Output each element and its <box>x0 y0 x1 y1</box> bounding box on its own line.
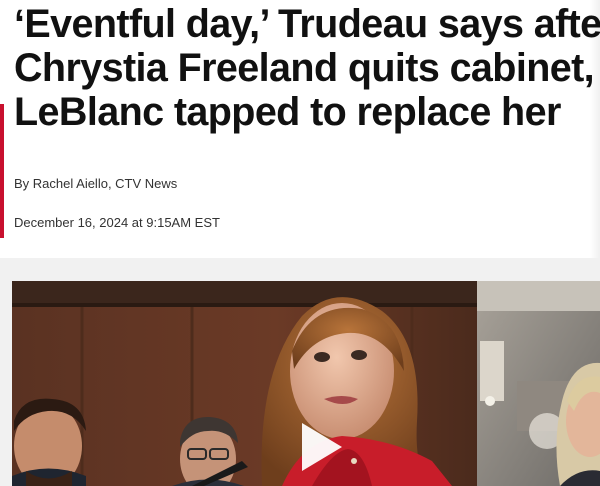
article-byline[interactable]: By Rachel Aiello, CTV News <box>14 176 177 191</box>
article-timestamp: December 16, 2024 at 9:15AM EST <box>14 215 220 230</box>
article-headline: ‘Eventful day,’ Trudeau says after Chrys… <box>14 2 600 134</box>
video-player[interactable] <box>12 281 600 486</box>
bystander-left <box>12 398 86 486</box>
accent-bar <box>0 104 4 238</box>
video-thumbnail <box>12 281 600 486</box>
article-page: ‘Eventful day,’ Trudeau says after Chrys… <box>0 0 600 486</box>
